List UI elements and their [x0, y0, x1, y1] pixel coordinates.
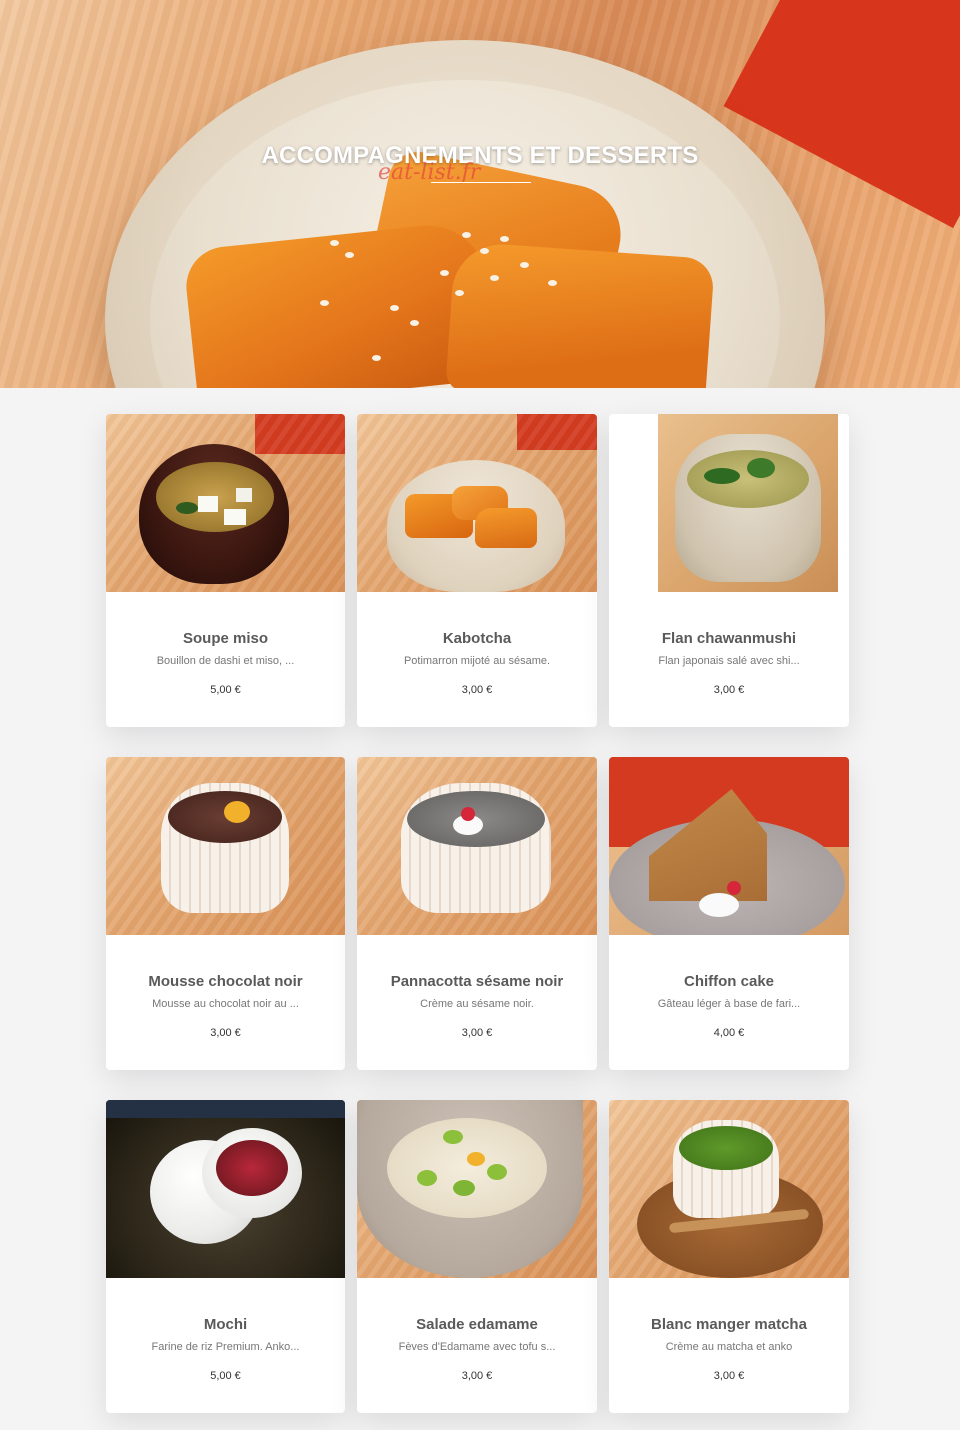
product-price: 3,00 €: [713, 1370, 745, 1382]
product-card[interactable]: Chiffon cake Gâteau léger à base de fari…: [609, 757, 849, 1070]
edamame-bean: [417, 1170, 437, 1186]
tofu-cube: [236, 488, 252, 502]
product-price: 5,00 €: [210, 1370, 241, 1382]
product-info: Flan chawanmushi Flan japonais salé avec…: [609, 592, 849, 696]
product-image: [609, 1100, 849, 1278]
product-price: 3,00 €: [461, 684, 493, 696]
product-description: Potimarron mijoté au sésame.: [403, 655, 551, 667]
product-name: Chiffon cake: [683, 973, 774, 990]
product-price: 3,00 €: [461, 1027, 493, 1039]
product-info: Mochi Farine de riz Premium. Anko... 5,0…: [106, 1278, 345, 1382]
product-info: Mousse chocolat noir Mousse au chocolat …: [106, 935, 345, 1039]
product-name: Pannacotta sésame noir: [390, 973, 564, 990]
herb-leaf: [747, 458, 775, 478]
product-price: 4,00 €: [713, 1027, 745, 1039]
product-image: [106, 757, 345, 935]
tofu-cube: [198, 496, 218, 512]
edamame-bean: [443, 1130, 463, 1144]
orange-topping: [224, 801, 250, 823]
product-description: Flan japonais salé avec shi...: [658, 655, 800, 667]
edamame-bean: [453, 1180, 475, 1196]
red-backdrop: [255, 414, 345, 454]
product-image: [106, 414, 345, 592]
product-price: 5,00 €: [210, 684, 241, 696]
product-name: Salade edamame: [416, 1316, 538, 1333]
product-price: 3,00 €: [713, 684, 745, 696]
red-backdrop: [517, 414, 597, 450]
product-name: Mousse chocolat noir: [148, 973, 303, 990]
product-card[interactable]: Flan chawanmushi Flan japonais salé avec…: [609, 414, 849, 727]
product-card[interactable]: Blanc manger matcha Crème au matcha et a…: [609, 1100, 849, 1413]
product-card[interactable]: Salade edamame Fèves d'Edamame avec tofu…: [357, 1100, 597, 1413]
product-name: Soupe miso: [182, 630, 268, 647]
hero-banner: ACCOMPAGNEMENTS ET DESSERTS eat-list.fr: [0, 0, 960, 388]
product-grid: Soupe miso Bouillon de dashi et miso, ..…: [106, 414, 850, 1413]
product-card[interactable]: Pannacotta sésame noir Crème au sésame n…: [357, 757, 597, 1070]
citrus-piece: [467, 1152, 485, 1166]
matcha-surface: [679, 1126, 773, 1170]
berry: [461, 807, 475, 821]
anko-filling: [216, 1140, 288, 1196]
product-price: 3,00 €: [461, 1370, 493, 1382]
product-card[interactable]: Soupe miso Bouillon de dashi et miso, ..…: [106, 414, 345, 727]
berry: [727, 881, 741, 895]
herb-leaf: [704, 468, 740, 484]
tofu-cube: [224, 509, 246, 525]
title-underline: [431, 182, 531, 183]
seaweed: [176, 502, 198, 514]
cake-slice: [649, 789, 767, 901]
product-description: Gâteau léger à base de fari...: [657, 998, 801, 1010]
product-name: Mochi: [203, 1316, 248, 1333]
product-image: [609, 757, 849, 935]
hero-pumpkin-piece: [445, 241, 715, 388]
product-card[interactable]: Mochi Farine de riz Premium. Anko... 5,0…: [106, 1100, 345, 1413]
edamame-bean: [487, 1164, 507, 1180]
product-info: Blanc manger matcha Crème au matcha et a…: [609, 1278, 849, 1382]
pumpkin-piece: [475, 508, 537, 548]
product-image: [357, 1100, 597, 1278]
product-info: Chiffon cake Gâteau léger à base de fari…: [609, 935, 849, 1039]
product-image: [357, 757, 597, 935]
tofu-mix: [387, 1118, 547, 1218]
product-card[interactable]: Kabotcha Potimarron mijoté au sésame. 3,…: [357, 414, 597, 727]
product-name: Blanc manger matcha: [651, 1316, 807, 1333]
product-info: Soupe miso Bouillon de dashi et miso, ..…: [106, 592, 345, 696]
dark-backdrop: [106, 1100, 345, 1118]
cream-dollop: [699, 893, 739, 917]
product-name: Kabotcha: [442, 630, 512, 647]
product-price: 3,00 €: [210, 1027, 241, 1039]
product-description: Crème au matcha et anko: [665, 1341, 793, 1353]
product-image: [106, 1100, 345, 1278]
product-description: Crème au sésame noir.: [420, 998, 534, 1010]
product-image: [609, 414, 849, 592]
product-name: Flan chawanmushi: [661, 630, 797, 647]
product-card[interactable]: Mousse chocolat noir Mousse au chocolat …: [106, 757, 345, 1070]
product-description: Fèves d'Edamame avec tofu s...: [398, 1341, 556, 1353]
product-info: Pannacotta sésame noir Crème au sésame n…: [357, 935, 597, 1039]
product-info: Salade edamame Fèves d'Edamame avec tofu…: [357, 1278, 597, 1382]
product-info: Kabotcha Potimarron mijoté au sésame. 3,…: [357, 592, 597, 696]
product-description: Farine de riz Premium. Anko...: [151, 1341, 300, 1353]
product-image: [357, 414, 597, 592]
product-description: Bouillon de dashi et miso, ...: [156, 655, 295, 667]
product-description: Mousse au chocolat noir au ...: [152, 998, 299, 1010]
